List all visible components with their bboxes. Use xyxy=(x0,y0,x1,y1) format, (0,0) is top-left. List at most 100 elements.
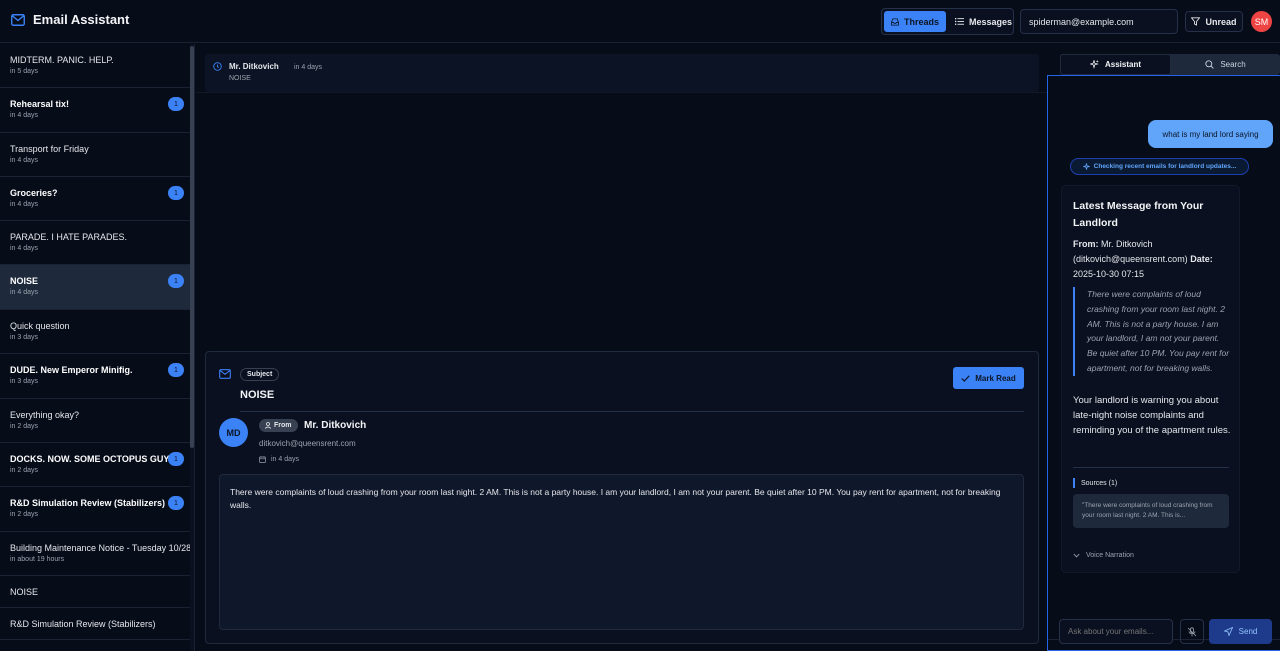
ask-input[interactable] xyxy=(1059,619,1173,644)
send-button[interactable]: Send xyxy=(1209,619,1272,644)
sources-bar xyxy=(1073,478,1075,488)
sources-header[interactable]: Sources (1) xyxy=(1073,478,1117,488)
response-from-label: From: xyxy=(1073,239,1099,249)
filter-icon xyxy=(1191,17,1201,26)
thread-list: MIDTERM. PANIC. HELP. in 5 days Rehearsal … xyxy=(0,44,195,651)
message-body: There were complaints of loud crashing f… xyxy=(219,474,1024,630)
thread-item[interactable]: Building Maintenance Notice - Tuesday 10… xyxy=(0,532,192,576)
thread-subject: Building Maintenance Notice - Tuesday 10… xyxy=(10,543,192,553)
mark-read-label: Mark Read xyxy=(975,373,1016,383)
thread-subject: DUDE. New Emperor Minifig. xyxy=(10,365,133,375)
app-title: Email Assistant xyxy=(33,12,130,27)
sparkles-icon xyxy=(1089,60,1099,69)
thread-subject: Everything okay? xyxy=(10,410,80,420)
message-subject: NOISE xyxy=(240,389,275,401)
messages-tab-label: Messages xyxy=(969,16,1013,27)
divider xyxy=(196,92,1047,93)
divider xyxy=(240,411,1024,412)
thread-item[interactable]: R&D Simulation Review (Stabilizers) xyxy=(0,608,190,640)
tab-assistant[interactable]: Assistant xyxy=(1060,54,1171,75)
unread-count-badge: 1 xyxy=(168,186,184,200)
user-avatar[interactable]: SM xyxy=(1251,11,1272,32)
thread-item[interactable]: R&D Simulation Review (Stabilizers) in 2 … xyxy=(0,487,190,532)
thread-subject: NOISE xyxy=(229,75,251,82)
thread-item[interactable]: MIDTERM. PANIC. HELP. in 5 days xyxy=(0,44,190,88)
response-from: From: Mr. Ditkovich (ditkovich@queensren… xyxy=(1073,237,1235,282)
tab-search[interactable]: Search xyxy=(1171,54,1280,75)
sparkles-icon xyxy=(1082,163,1090,170)
from-label: From xyxy=(274,422,292,429)
tab-assistant-label: Assistant xyxy=(1104,60,1141,69)
send-icon xyxy=(1223,627,1233,636)
thread-item[interactable]: DOCKS. NOW. SOME OCTOPUS GUY. in 2 days 1 xyxy=(0,443,190,487)
status-indicator: Checking recent emails for landlord upda… xyxy=(1070,158,1249,175)
inbox-icon xyxy=(891,17,899,26)
thread-item[interactable]: PARADE. I HATE PARADES. in 4 days xyxy=(0,221,190,265)
response-title: Latest Message from Your Landlord xyxy=(1073,200,1204,229)
thread-subject: R&D Simulation Review (Stabilizers) xyxy=(10,498,166,508)
voice-narration-toggle[interactable]: Voice Narration xyxy=(1073,552,1134,559)
thread-subject: NOISE xyxy=(10,587,39,597)
assistant-tabs: Assistant Search xyxy=(1060,54,1280,75)
threads-tab[interactable]: Threads xyxy=(884,11,946,32)
sender-avatar: MD xyxy=(219,418,248,447)
response-date-value: 2025-10-30 07:15 xyxy=(1073,269,1145,279)
unread-filter-button[interactable]: Unread xyxy=(1185,11,1243,32)
mic-off-button[interactable] xyxy=(1180,619,1204,644)
unread-count-badge: 1 xyxy=(168,274,184,288)
thread-item[interactable]: NOISE in 4 days 1 xyxy=(0,265,190,310)
thread-time: in about 19 hours xyxy=(10,556,65,563)
assistant-response: Latest Message from Your Landlord From: … xyxy=(1061,185,1240,573)
thread-time: in 4 days xyxy=(10,289,39,296)
response-quote: There were complaints of loud crashing f… xyxy=(1073,287,1231,376)
thread-subject: Rehearsal tix! xyxy=(10,99,70,109)
assistant-panel: Assistant Search what is my land lord sa… xyxy=(1047,44,1280,651)
source-card[interactable]: "There were complaints of loud crashing … xyxy=(1073,494,1229,528)
voice-narration-label: Voice Narration xyxy=(1086,552,1134,559)
send-label: Send xyxy=(1238,627,1258,636)
account-email-field[interactable]: spiderman@example.com xyxy=(1020,9,1178,34)
thread-subject: Groceries? xyxy=(10,188,58,198)
check-icon xyxy=(961,374,970,382)
thread-item[interactable]: DUDE. New Emperor Minifig. in 3 days 1 xyxy=(0,354,190,399)
threads-tab-label: Threads xyxy=(903,16,939,27)
thread-time: in 2 days xyxy=(10,423,39,430)
chevron-down-icon xyxy=(1073,553,1080,558)
thread-item[interactable]: Quick question in 3 days xyxy=(0,310,190,354)
thread-subject: Transport for Friday xyxy=(10,144,89,154)
subject-label-badge: Subject xyxy=(240,368,280,381)
thread-time: in 3 days xyxy=(10,378,39,385)
thread-subject: DOCKS. NOW. SOME OCTOPUS GUY. xyxy=(10,454,171,464)
thread-item[interactable]: Everything okay? in 2 days xyxy=(0,399,190,443)
status-text: Checking recent emails for landlord upda… xyxy=(1093,163,1237,170)
thread-item[interactable]: Transport for Friday in 4 days xyxy=(0,133,190,177)
user-icon xyxy=(265,422,271,429)
tab-search-label: Search xyxy=(1220,60,1246,69)
thread-time: in 3 days xyxy=(10,334,39,341)
mic-off-icon xyxy=(1187,626,1197,636)
search-icon xyxy=(1205,60,1215,69)
mark-read-button[interactable]: Mark Read xyxy=(953,367,1024,389)
thread-subject: NOISE xyxy=(10,276,39,286)
thread-item[interactable]: Rehearsal tix! in 4 days 1 xyxy=(0,88,190,133)
thread-time: in 4 days xyxy=(294,64,323,71)
thread-time: in 4 days xyxy=(10,245,39,252)
thread-header[interactable]: Mr. Ditkovich in 4 days NOISE xyxy=(205,54,1039,92)
response-summary: Your landlord is warning you about late-… xyxy=(1073,395,1231,436)
thread-item[interactable]: Groceries? in 4 days 1 xyxy=(0,177,190,221)
response-date-label: Date: xyxy=(1190,254,1213,264)
scrollbar-thumb[interactable] xyxy=(190,46,194,448)
thread-time: in 2 days xyxy=(10,511,39,518)
view-toggle: Threads Messages xyxy=(881,8,1014,35)
calendar-icon xyxy=(259,456,266,463)
messages-tab[interactable]: Messages xyxy=(948,11,1019,32)
mail-icon xyxy=(11,13,25,26)
message-pane: Mr. Ditkovich in 4 days NOISE Subject NO… xyxy=(196,44,1047,651)
thread-time: in 4 days xyxy=(10,201,39,208)
chat-area: what is my land lord saying Checking rec… xyxy=(1047,75,1280,651)
user-message: what is my land lord saying xyxy=(1148,120,1273,148)
thread-time: in 4 days xyxy=(10,157,39,164)
top-bar: Email Assistant Threads Messages spiderm… xyxy=(0,0,1280,43)
thread-item[interactable]: NOISE xyxy=(0,576,190,608)
unread-count-badge: 1 xyxy=(168,496,184,510)
